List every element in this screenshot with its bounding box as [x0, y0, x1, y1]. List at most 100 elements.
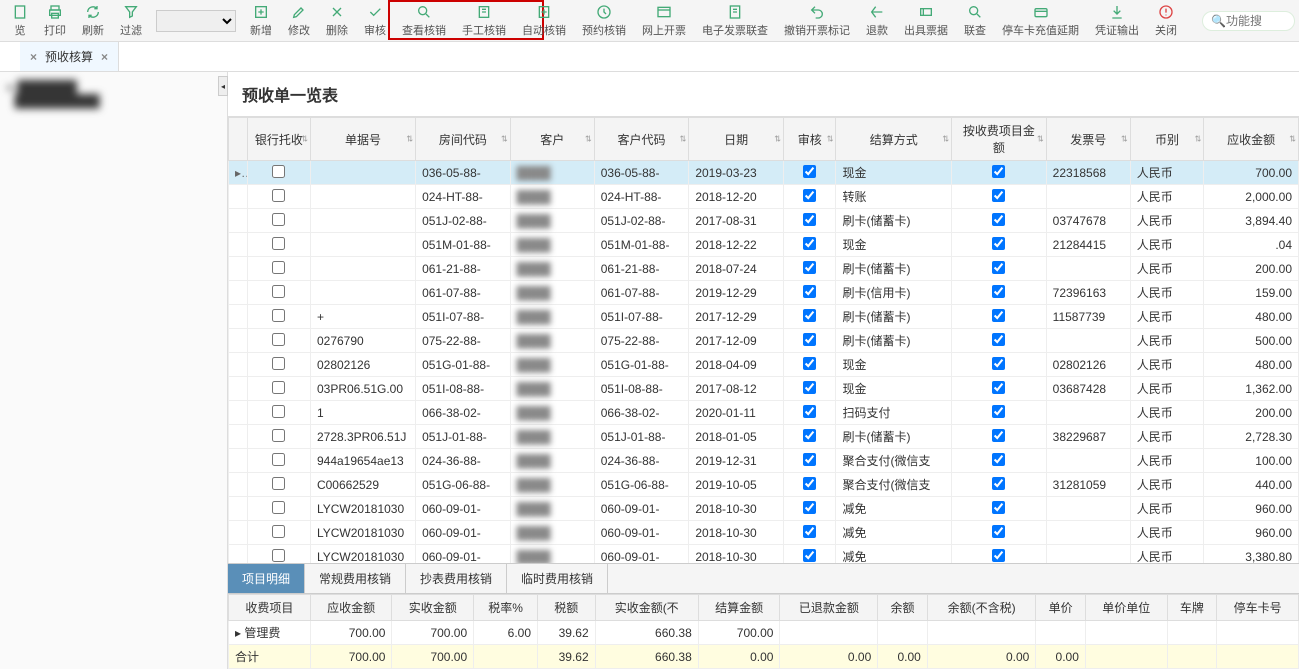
byitem-checkbox[interactable] — [992, 549, 1005, 562]
toolbar-clock-button[interactable]: 预约核销 — [574, 2, 634, 40]
sort-icon[interactable]: ⇅ — [1121, 135, 1128, 144]
table-row[interactable]: 024-HT-88-████024-HT-88-2018-12-20转账人民币2… — [229, 185, 1299, 209]
byitem-checkbox[interactable] — [992, 525, 1005, 538]
toolbar-dropdown[interactable] — [156, 10, 236, 32]
bank-checkbox[interactable] — [272, 261, 285, 274]
detail-tab[interactable]: 项目明细 — [228, 564, 305, 593]
audit-checkbox[interactable] — [803, 525, 816, 538]
toolbar-close-button[interactable]: 关闭 — [1147, 2, 1185, 40]
toolbar-filter-button[interactable]: 过滤 — [112, 2, 150, 40]
toolbar-hand-button[interactable]: 手工核销 — [454, 2, 514, 40]
byitem-checkbox[interactable] — [992, 213, 1005, 226]
detail-column-header[interactable]: 单价 — [1036, 595, 1086, 621]
detail-column-header[interactable]: 已退款金额 — [780, 595, 878, 621]
sort-icon[interactable]: ⇅ — [501, 135, 508, 144]
column-header[interactable]: 客户代码⇅ — [594, 118, 689, 161]
audit-checkbox[interactable] — [803, 501, 816, 514]
column-header[interactable]: 应收金额⇅ — [1204, 118, 1299, 161]
table-row[interactable]: LYCW20181030060-09-01-████060-09-01-2018… — [229, 497, 1299, 521]
search-input[interactable] — [1226, 14, 1286, 28]
sort-icon[interactable]: ⇅ — [1289, 135, 1296, 144]
column-header[interactable]: 币别⇅ — [1130, 118, 1204, 161]
detail-column-header[interactable]: 结算金额 — [698, 595, 780, 621]
table-row[interactable]: ▸036-05-88-████036-05-88-2019-03-23现金223… — [229, 161, 1299, 185]
audit-checkbox[interactable] — [803, 213, 816, 226]
sort-icon[interactable]: ⇅ — [942, 135, 949, 144]
sort-icon[interactable]: ⇅ — [301, 135, 308, 144]
bank-checkbox[interactable] — [272, 285, 285, 298]
bank-checkbox[interactable] — [272, 501, 285, 514]
toolbar-back-button[interactable]: 退款 — [858, 2, 896, 40]
detail-column-header[interactable]: 余额(不含税) — [927, 595, 1035, 621]
byitem-checkbox[interactable] — [992, 309, 1005, 322]
toolbar-print-button[interactable]: 打印 — [36, 2, 74, 40]
toolbar-card-button[interactable]: 停车卡充值延期 — [994, 2, 1087, 40]
bank-checkbox[interactable] — [272, 525, 285, 538]
toolbar-web-button[interactable]: 网上开票 — [634, 2, 694, 40]
table-row[interactable]: 1066-38-02-████066-38-02-2020-01-11扫码支付人… — [229, 401, 1299, 425]
detail-column-header[interactable]: 余额 — [878, 595, 928, 621]
toolbar-edit-button[interactable]: 修改 — [280, 2, 318, 40]
audit-checkbox[interactable] — [803, 405, 816, 418]
table-row[interactable]: C00662529051G-06-88-████051G-06-88-2019-… — [229, 473, 1299, 497]
audit-checkbox[interactable] — [803, 165, 816, 178]
byitem-checkbox[interactable] — [992, 285, 1005, 298]
bank-checkbox[interactable] — [272, 213, 285, 226]
byitem-checkbox[interactable] — [992, 405, 1005, 418]
bank-checkbox[interactable] — [272, 357, 285, 370]
detail-tab[interactable]: 抄表费用核销 — [406, 564, 507, 593]
toolbar-export-button[interactable]: 凭证输出 — [1087, 2, 1147, 40]
audit-checkbox[interactable] — [803, 429, 816, 442]
sort-icon[interactable]: ⇅ — [680, 135, 687, 144]
byitem-checkbox[interactable] — [992, 165, 1005, 178]
detail-tab[interactable]: 常规费用核销 — [305, 564, 406, 593]
toolbar-refresh-button[interactable]: 刷新 — [74, 2, 112, 40]
column-header[interactable]: 房间代码⇅ — [416, 118, 511, 161]
toolbar-search-button[interactable]: 查看核销 — [394, 2, 454, 40]
byitem-checkbox[interactable] — [992, 261, 1005, 274]
detail-row[interactable]: ▸ 管理费700.00700.006.0039.62660.38700.00 — [229, 621, 1299, 645]
bank-checkbox[interactable] — [272, 165, 285, 178]
byitem-checkbox[interactable] — [992, 429, 1005, 442]
sort-icon[interactable]: ⇅ — [1195, 135, 1202, 144]
detail-column-header[interactable]: 单价单位 — [1085, 595, 1167, 621]
table-row[interactable]: 0276790075-22-88-████075-22-88-2017-12-0… — [229, 329, 1299, 353]
byitem-checkbox[interactable] — [992, 237, 1005, 250]
audit-checkbox[interactable] — [803, 285, 816, 298]
bank-checkbox[interactable] — [272, 405, 285, 418]
audit-checkbox[interactable] — [803, 333, 816, 346]
table-row[interactable]: 02802126051G-01-88-████051G-01-88-2018-0… — [229, 353, 1299, 377]
byitem-checkbox[interactable] — [992, 189, 1005, 202]
byitem-checkbox[interactable] — [992, 453, 1005, 466]
table-row[interactable]: 051M-01-88-████051M-01-88-2018-12-22现金21… — [229, 233, 1299, 257]
detail-column-header[interactable]: 税率% — [474, 595, 538, 621]
audit-checkbox[interactable] — [803, 549, 816, 562]
close-icon[interactable]: × — [30, 50, 37, 64]
table-row[interactable]: +051I-07-88-████051I-07-88-2017-12-29刷卡(… — [229, 305, 1299, 329]
toolbar-check-button[interactable]: 审核 — [356, 2, 394, 40]
column-header[interactable]: 按收费项目金额⇅ — [952, 118, 1047, 161]
sort-icon[interactable]: ⇅ — [1037, 135, 1044, 144]
bank-checkbox[interactable] — [272, 549, 285, 562]
audit-checkbox[interactable] — [803, 309, 816, 322]
byitem-checkbox[interactable] — [992, 501, 1005, 514]
bank-checkbox[interactable] — [272, 333, 285, 346]
table-row[interactable]: LYCW20181030060-09-01-████060-09-01-2018… — [229, 545, 1299, 564]
byitem-checkbox[interactable] — [992, 381, 1005, 394]
sort-icon[interactable]: ⇅ — [774, 135, 781, 144]
table-row[interactable]: 03PR06.51G.00051I-08-88-████051I-08-88-2… — [229, 377, 1299, 401]
byitem-checkbox[interactable] — [992, 333, 1005, 346]
detail-grid[interactable]: 收费项目应收金额实收金额税率%税额实收金额(不结算金额已退款金额余额余额(不含税… — [228, 594, 1299, 669]
table-row[interactable]: 2728.3PR06.51J051J-01-88-████051J-01-88-… — [229, 425, 1299, 449]
detail-column-header[interactable]: 实收金额(不 — [595, 595, 698, 621]
sort-icon[interactable]: ⇅ — [827, 135, 834, 144]
column-header[interactable]: 发票号⇅ — [1046, 118, 1130, 161]
column-header[interactable]: 日期⇅ — [689, 118, 784, 161]
table-row[interactable]: 061-21-88-████061-21-88-2018-07-24刷卡(储蓄卡… — [229, 257, 1299, 281]
bank-checkbox[interactable] — [272, 477, 285, 490]
table-row[interactable]: 051J-02-88-████051J-02-88-2017-08-31刷卡(储… — [229, 209, 1299, 233]
audit-checkbox[interactable] — [803, 381, 816, 394]
detail-column-header[interactable]: 停车卡号 — [1217, 595, 1299, 621]
detail-column-header[interactable]: 收费项目 — [229, 595, 311, 621]
audit-checkbox[interactable] — [803, 477, 816, 490]
